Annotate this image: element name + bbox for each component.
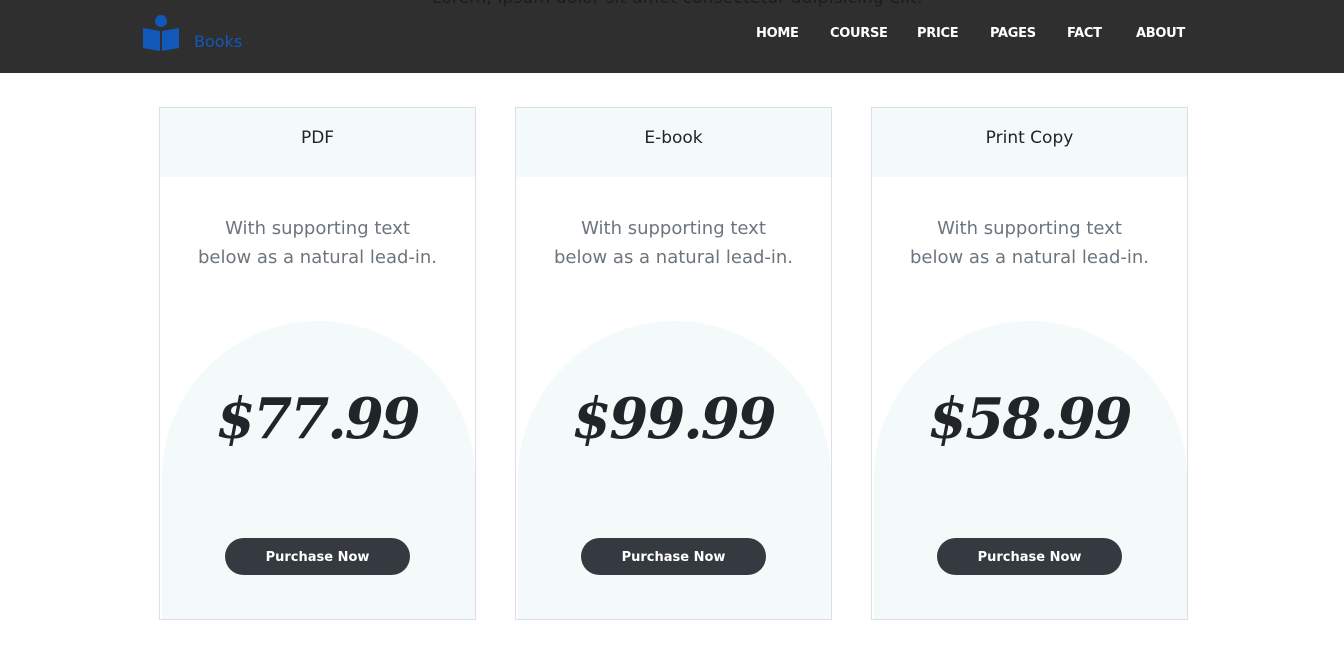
nav-home[interactable]: HOME bbox=[756, 26, 799, 41]
card-description-line: below as a natural lead-in. bbox=[197, 247, 438, 268]
nav-price[interactable]: PRICE bbox=[917, 26, 959, 41]
navbar: Lorem, ipsum dolor sit amet consectetur … bbox=[0, 0, 1344, 73]
card-description-line: With supporting text bbox=[581, 218, 766, 239]
card-description: With supporting text below as a natural … bbox=[160, 214, 475, 272]
purchase-button[interactable]: Purchase Now bbox=[581, 538, 766, 575]
nav-pages[interactable]: PAGES bbox=[990, 26, 1036, 41]
logo-text: Books bbox=[194, 32, 243, 51]
hero-subtitle-overflow: Lorem, ipsum dolor sit amet consectetur … bbox=[432, 0, 923, 8]
book-reader-icon bbox=[143, 15, 179, 51]
card-title: Print Copy bbox=[985, 128, 1074, 148]
pricing-card-pdf: PDF With supporting text below as a natu… bbox=[159, 107, 476, 620]
pricing-card-ebook: E-book With supporting text below as a n… bbox=[515, 107, 832, 620]
card-description: With supporting text below as a natural … bbox=[872, 214, 1187, 272]
card-description: With supporting text below as a natural … bbox=[516, 214, 831, 272]
purchase-button[interactable]: Purchase Now bbox=[937, 538, 1122, 575]
card-header: Print Copy bbox=[872, 108, 1187, 177]
card-header: PDF bbox=[160, 108, 475, 177]
nav-fact[interactable]: FACT bbox=[1067, 26, 1102, 41]
card-header: E-book bbox=[516, 108, 831, 177]
price-value: $77.99 bbox=[216, 386, 420, 452]
purchase-button[interactable]: Purchase Now bbox=[225, 538, 410, 575]
price-value: $58.99 bbox=[928, 386, 1132, 452]
price-value: $99.99 bbox=[572, 386, 776, 452]
site-logo[interactable]: Books bbox=[142, 14, 242, 52]
card-description-line: below as a natural lead-in. bbox=[909, 247, 1150, 268]
nav-course[interactable]: COURSE bbox=[830, 26, 888, 41]
pricing-card-print-copy: Print Copy With supporting text below as… bbox=[871, 107, 1188, 620]
card-title: E-book bbox=[644, 128, 703, 148]
card-description-line: With supporting text bbox=[225, 218, 410, 239]
card-title: PDF bbox=[300, 128, 335, 148]
card-description-line: With supporting text bbox=[937, 218, 1122, 239]
card-description-line: below as a natural lead-in. bbox=[553, 247, 794, 268]
nav-about[interactable]: ABOUT bbox=[1136, 26, 1185, 41]
